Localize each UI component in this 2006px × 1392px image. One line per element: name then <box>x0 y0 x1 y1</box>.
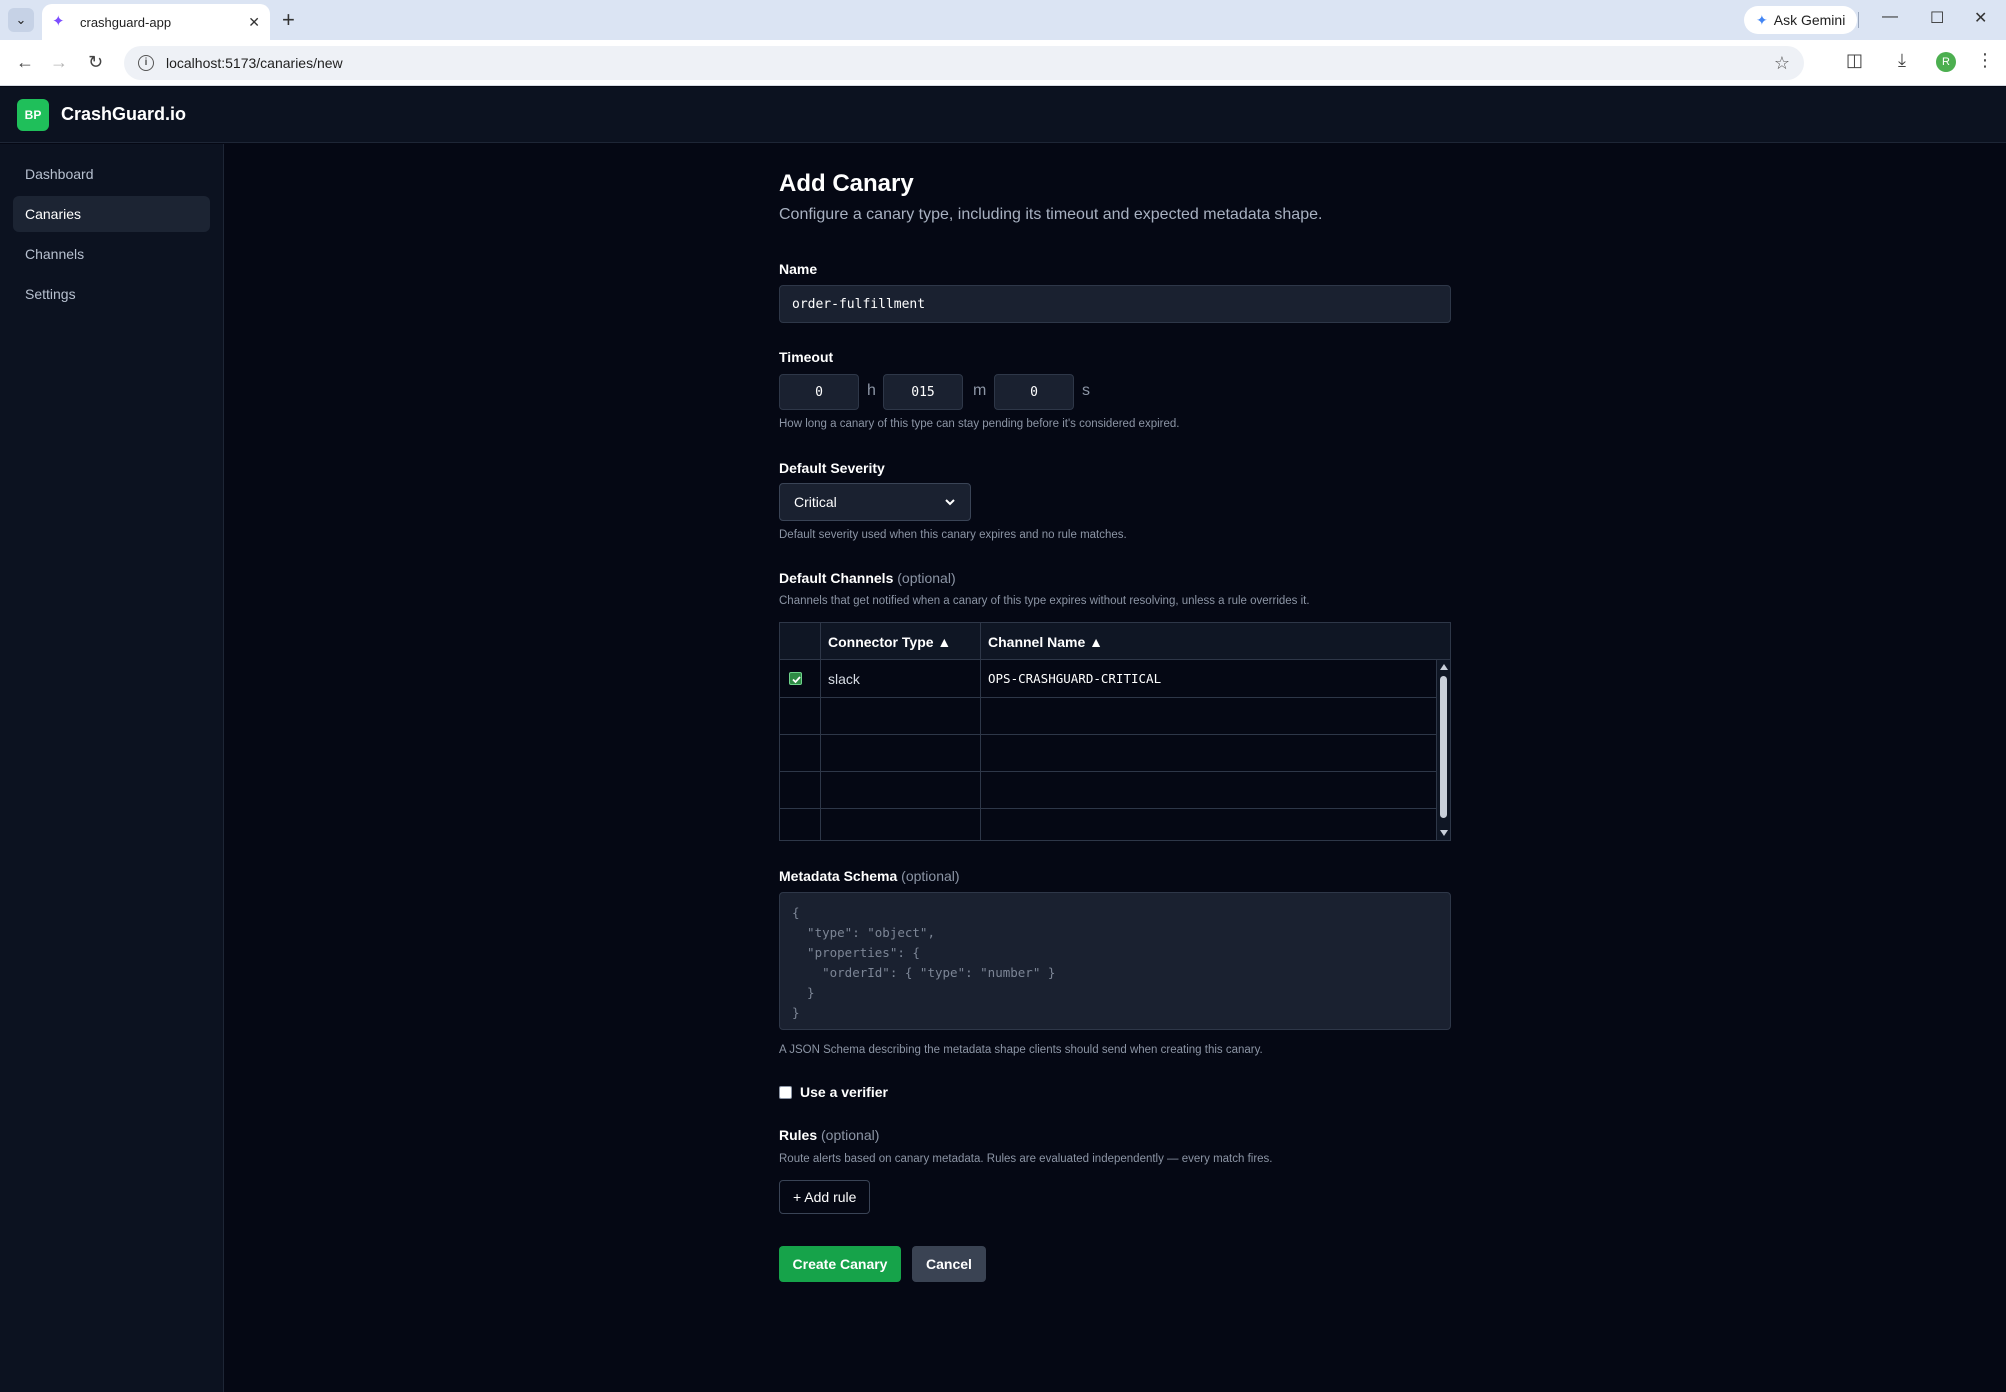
row-divider <box>780 808 1438 809</box>
brand-name[interactable]: CrashGuard.io <box>61 104 186 125</box>
extensions-puzzle-icon[interactable]: ◫ <box>1846 50 1863 71</box>
timeout-label: Timeout <box>779 349 834 365</box>
column-header-connector-type[interactable]: Connector Type ▲ <box>820 623 980 660</box>
address-bar[interactable]: i localhost:5173/canaries/new ☆ <box>124 46 1804 80</box>
rules-label-text: Rules <box>779 1127 818 1143</box>
ask-gemini-button[interactable]: ✦ Ask Gemini <box>1744 6 1858 34</box>
timeout-hours-input[interactable] <box>779 374 859 410</box>
table-scrollbar[interactable] <box>1436 660 1450 840</box>
metadata-schema-textarea[interactable]: { "type": "object", "properties": { "ord… <box>779 892 1451 1030</box>
profile-avatar[interactable]: R <box>1936 52 1956 72</box>
tab-strip: ⌄ ✦ crashguard-app ✕ + ✦ Ask Gemini — ☐ … <box>0 0 2006 40</box>
browser-tab[interactable]: ✦ crashguard-app ✕ <box>42 4 270 40</box>
minutes-unit: m <box>973 382 987 399</box>
row-select-checkbox[interactable] <box>789 672 802 685</box>
sidebar: Dashboard Canaries Channels Settings <box>0 144 224 1392</box>
cancel-button[interactable]: Cancel <box>912 1246 986 1282</box>
scroll-down-icon[interactable] <box>1440 830 1448 836</box>
severity-value: Critical <box>794 494 837 510</box>
downloads-icon[interactable]: ⤓ <box>1898 50 1906 71</box>
checkmark-icon <box>792 676 801 684</box>
timeout-hint: How long a canary of this type can stay … <box>779 418 1180 430</box>
bookmark-star-icon[interactable]: ☆ <box>1774 53 1790 74</box>
rules-optional: (optional) <box>821 1127 880 1143</box>
app-header: BP CrashGuard.io <box>0 87 2006 143</box>
window-close-icon[interactable]: ✕ <box>1974 8 1987 28</box>
sidebar-item-dashboard[interactable]: Dashboard <box>13 156 210 192</box>
browser-chrome: ⌄ ✦ crashguard-app ✕ + ✦ Ask Gemini — ☐ … <box>0 0 2006 86</box>
metadata-hint: A JSON Schema describing the metadata sh… <box>779 1044 1263 1056</box>
add-rule-button[interactable]: + Add rule <box>779 1180 871 1214</box>
row-divider <box>780 771 1438 772</box>
divider <box>1858 12 1859 28</box>
forward-arrow-icon[interactable]: → <box>50 52 68 73</box>
metadata-optional: (optional) <box>901 868 960 884</box>
back-arrow-icon[interactable]: ← <box>16 52 34 73</box>
rules-label: Rules (optional) <box>779 1127 879 1143</box>
tab-search-chevron-icon[interactable]: ⌄ <box>8 8 34 32</box>
channel-name-cell: OPS-CRASHGUARD-CRITICAL <box>988 671 1162 686</box>
seconds-unit: s <box>1082 382 1090 399</box>
channels-hint: Channels that get notified when a canary… <box>779 595 1310 607</box>
metadata-label: Metadata Schema (optional) <box>779 868 960 884</box>
use-verifier-row[interactable]: Use a verifier <box>779 1084 888 1100</box>
scroll-thumb[interactable] <box>1440 676 1447 818</box>
connector-type-cell: slack <box>828 670 860 687</box>
reload-icon[interactable]: ↻ <box>88 52 103 73</box>
hours-unit: h <box>867 382 876 399</box>
minimize-icon[interactable]: — <box>1882 8 1898 26</box>
gemini-sparkle-icon: ✦ <box>1756 11 1768 28</box>
metadata-label-text: Metadata Schema <box>779 868 898 884</box>
app-logo[interactable]: BP <box>17 98 49 131</box>
page-subtitle: Configure a canary type, including its t… <box>779 206 1323 223</box>
app-favicon-icon: ✦ <box>52 13 65 30</box>
browser-toolbar: ← → ↻ i localhost:5173/canaries/new ☆ ◫ … <box>0 40 2006 86</box>
name-input[interactable] <box>779 285 1451 323</box>
use-verifier-label[interactable]: Use a verifier <box>800 1084 888 1100</box>
tab-title: crashguard-app <box>80 14 172 30</box>
sidebar-item-settings[interactable]: Settings <box>13 276 210 312</box>
timeout-seconds-input[interactable] <box>994 374 1074 410</box>
ask-gemini-label: Ask Gemini <box>1773 12 1846 28</box>
new-tab-icon[interactable]: + <box>282 8 295 32</box>
name-label: Name <box>779 261 818 277</box>
rules-hint: Route alerts based on canary metadata. R… <box>779 1153 1273 1165</box>
sidebar-item-channels[interactable]: Channels <box>13 236 210 272</box>
row-divider <box>780 734 1438 735</box>
severity-hint: Default severity used when this canary e… <box>779 529 1127 541</box>
severity-select[interactable]: Critical <box>779 483 971 521</box>
tab-close-icon[interactable]: ✕ <box>248 14 260 31</box>
channels-label-text: Default Channels <box>779 570 894 586</box>
chevron-down-icon <box>945 499 955 506</box>
channels-table: Connector Type ▲ Channel Name ▲ slack OP… <box>779 622 1451 841</box>
timeout-minutes-input[interactable] <box>883 374 963 410</box>
channels-label: Default Channels (optional) <box>779 570 956 586</box>
url-text[interactable]: localhost:5173/canaries/new <box>166 55 1774 71</box>
create-canary-button[interactable]: Create Canary <box>779 1246 901 1282</box>
page-title: Add Canary <box>779 170 914 197</box>
severity-label: Default Severity <box>779 460 885 476</box>
use-verifier-checkbox[interactable] <box>779 1085 792 1099</box>
browser-menu-icon[interactable]: ⋮ <box>1976 50 1994 71</box>
table-header: Connector Type ▲ Channel Name ▲ <box>780 623 1450 660</box>
scroll-up-icon[interactable] <box>1440 664 1448 670</box>
maximize-icon[interactable]: ☐ <box>1930 8 1944 28</box>
column-header-channel-name[interactable]: Channel Name ▲ <box>980 623 1438 660</box>
sidebar-item-canaries[interactable]: Canaries <box>13 196 210 232</box>
site-info-icon[interactable]: i <box>138 55 154 71</box>
row-divider <box>780 697 1438 698</box>
channels-optional: (optional) <box>897 570 956 586</box>
